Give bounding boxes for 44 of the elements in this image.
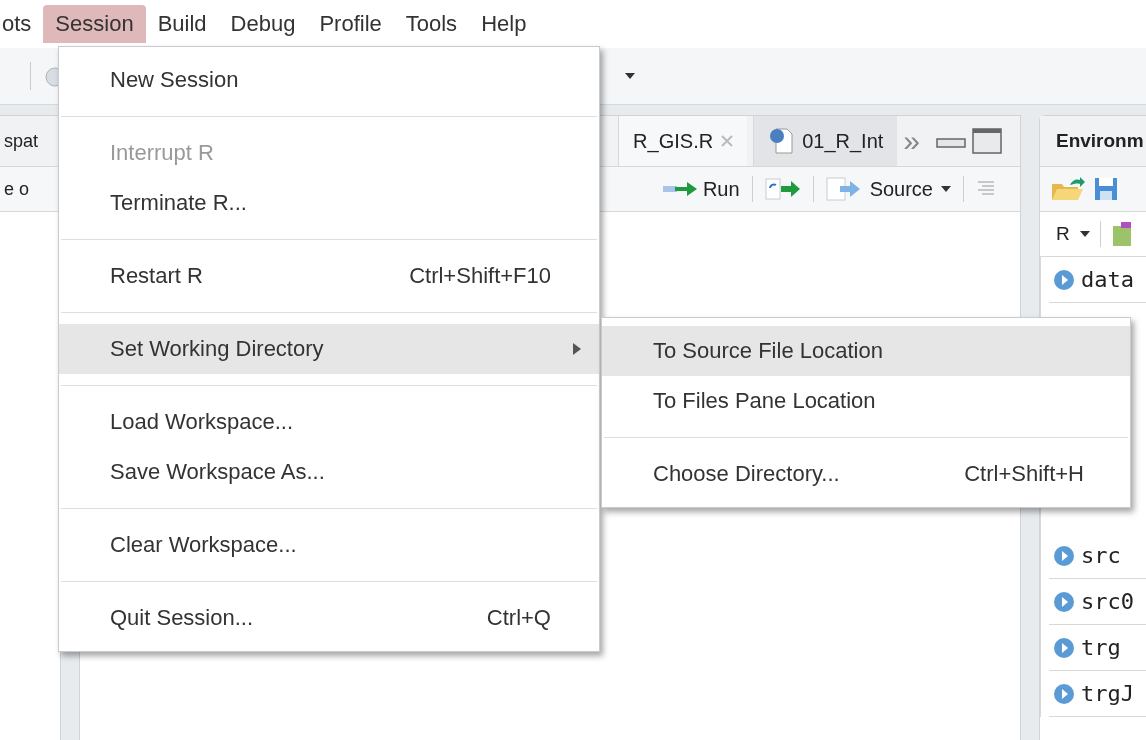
close-icon[interactable] (721, 135, 734, 147)
expand-icon[interactable] (1053, 682, 1075, 705)
menu-item[interactable]: Set Working Directory (59, 324, 599, 374)
submenu-arrow-icon (573, 343, 581, 355)
caret-icon[interactable] (625, 73, 635, 79)
expand-icon[interactable] (1053, 544, 1075, 567)
expand-icon[interactable] (1053, 636, 1075, 659)
variable-name: src (1081, 543, 1121, 568)
menu-item[interactable]: Quit Session... Ctrl+Q (59, 593, 599, 643)
menubar-item[interactable]: Help (469, 5, 539, 43)
menu-item[interactable]: Clear Workspace... (59, 520, 599, 570)
expand-icon[interactable] (1053, 590, 1075, 613)
editor-tab[interactable]: 01_R_Int (753, 116, 898, 166)
caret-icon[interactable] (941, 186, 951, 192)
editor-tab[interactable]: R_GIS.R (618, 116, 748, 166)
menubar-item[interactable]: Profile (307, 5, 394, 43)
run-button[interactable]: Run (662, 177, 740, 201)
variable-name: src0 (1081, 589, 1134, 614)
menubar-item[interactable]: Debug (218, 5, 308, 43)
r-file-icon (768, 127, 795, 155)
variable-name: trg (1081, 635, 1121, 660)
variable-name: trgJ (1081, 681, 1134, 706)
rerun-icon[interactable] (764, 178, 801, 200)
open-folder-icon[interactable] (1050, 176, 1086, 202)
language-dropdown[interactable]: R (1056, 223, 1070, 245)
menubar-item[interactable]: Tools (393, 5, 470, 43)
menu-item[interactable]: Choose Directory... Ctrl+Shift+H (602, 449, 1130, 499)
menubar-item[interactable]: ots (0, 5, 44, 43)
menu-item[interactable]: To Source File Location (602, 326, 1130, 376)
toolbar-label: e o (4, 178, 30, 200)
expand-icon[interactable] (1053, 268, 1075, 291)
menubar-item[interactable]: Build (145, 5, 219, 43)
run-icon (662, 180, 699, 198)
maximize-icon[interactable] (972, 128, 1002, 154)
menubar-item[interactable]: Session (43, 5, 146, 43)
menu-item[interactable]: Terminate R... (59, 178, 599, 228)
variable-name: data (1081, 267, 1134, 292)
menu-item[interactable]: Save Workspace As... (59, 447, 599, 497)
save-icon[interactable] (1094, 177, 1118, 201)
caret-icon[interactable] (1079, 231, 1090, 237)
source-button[interactable]: Source (825, 177, 933, 201)
menu-item[interactable]: Restart R Ctrl+Shift+F10 (59, 251, 599, 301)
menu-item[interactable]: Load Workspace... (59, 397, 599, 447)
menu-item[interactable]: To Files Pane Location (602, 376, 1130, 426)
